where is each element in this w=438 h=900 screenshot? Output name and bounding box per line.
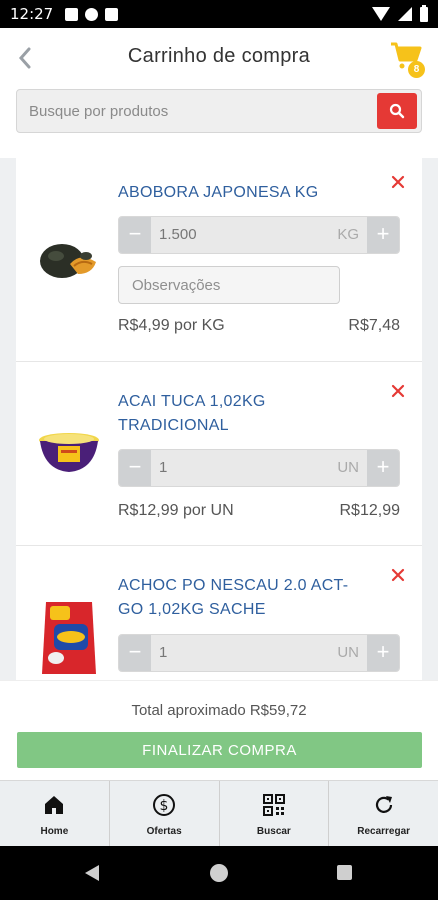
product-name[interactable]: ABOBORA JAPONESA KG	[118, 181, 368, 205]
quantity-unit: UN	[337, 459, 359, 476]
decrease-quantity-button[interactable]: −	[119, 217, 151, 253]
item-subtotal: R$12,99	[339, 502, 401, 519]
notification-f-icon	[85, 7, 99, 21]
tab-label: Buscar	[256, 826, 291, 837]
product-name[interactable]: ACAI TUCA 1,02KG TRADICIONAL	[118, 390, 368, 438]
close-icon	[391, 384, 405, 398]
product-image-acai	[39, 433, 99, 472]
page-title: Carrinho de compra	[127, 45, 311, 67]
signal-icon	[398, 7, 412, 21]
tab-label: Home	[40, 826, 69, 837]
system-back-button[interactable]	[85, 865, 99, 881]
increase-quantity-button[interactable]: +	[367, 635, 399, 671]
quantity-value[interactable]: 1	[159, 459, 167, 476]
checkout-button[interactable]: FINALIZAR COMPRA	[17, 732, 422, 768]
svg-text:$: $	[160, 798, 169, 814]
remove-item-button[interactable]	[390, 383, 406, 399]
cart-count-badge: 8	[408, 61, 425, 78]
tab-home[interactable]: Home	[0, 781, 110, 846]
quantity-stepper: − 1.500 KG +	[118, 216, 400, 254]
bottom-navigation: Home $ Ofertas Buscar Recarregar	[0, 780, 438, 846]
decrease-quantity-button[interactable]: −	[119, 450, 151, 486]
item-subtotal: R$7,48	[348, 317, 400, 334]
product-image-nescau	[42, 602, 96, 674]
quantity-value[interactable]: 1.500	[159, 226, 197, 243]
decrease-quantity-button[interactable]: −	[119, 635, 151, 671]
cart-button[interactable]: 8	[390, 40, 425, 78]
unit-price: R$12,99 por UN	[118, 502, 234, 519]
sd-card-icon	[105, 7, 119, 21]
quantity-value[interactable]: 1	[159, 644, 167, 661]
remove-item-button[interactable]	[390, 567, 406, 583]
tab-recarregar[interactable]: Recarregar	[329, 781, 438, 846]
observations-input[interactable]	[118, 266, 340, 304]
qr-code-icon	[262, 794, 285, 816]
system-recents-button[interactable]	[337, 865, 352, 880]
system-home-button[interactable]	[210, 864, 228, 882]
tab-label: Ofertas	[146, 826, 182, 837]
increase-quantity-button[interactable]: +	[367, 450, 399, 486]
close-icon	[391, 568, 405, 582]
search-icon	[389, 103, 405, 119]
increase-quantity-button[interactable]: +	[367, 217, 399, 253]
notification-a-icon	[65, 7, 79, 21]
quantity-stepper: − 1 UN +	[118, 634, 400, 672]
home-icon	[45, 796, 64, 814]
app-header: Carrinho de compra 8	[0, 28, 438, 88]
system-navigation-bar	[0, 846, 438, 900]
product-image-pumpkin	[40, 244, 96, 278]
quantity-stepper: − 1 UN +	[118, 449, 400, 487]
approximate-total: Total aproximado R$59,72	[131, 702, 307, 719]
quantity-unit: UN	[337, 644, 359, 661]
battery-icon	[420, 4, 428, 22]
refresh-icon	[375, 796, 392, 813]
cart-item: ACAI TUCA 1,02KG TRADICIONAL − 1 UN + R$…	[16, 362, 422, 546]
wifi-icon	[372, 7, 390, 21]
search-bar	[16, 89, 422, 133]
quantity-unit: KG	[337, 226, 359, 243]
cart-footer: Total aproximado R$59,72 FINALIZAR COMPR…	[0, 680, 438, 780]
cart-list-area[interactable]: ABOBORA JAPONESA KG − 1.500 KG + R$4,99 …	[0, 158, 438, 680]
search-input[interactable]	[17, 90, 375, 132]
close-icon	[391, 175, 405, 189]
tab-ofertas[interactable]: $ Ofertas	[110, 781, 220, 846]
cart-list: ABOBORA JAPONESA KG − 1.500 KG + R$4,99 …	[16, 158, 422, 680]
product-name[interactable]: ACHOC PO NESCAU 2.0 ACT-GO 1,02KG SACHE	[118, 574, 368, 622]
dollar-icon: $	[153, 794, 176, 816]
tab-label: Recarregar	[357, 826, 411, 837]
tab-buscar[interactable]: Buscar	[220, 781, 330, 846]
status-time: 12:27	[10, 5, 54, 23]
cart-item: ABOBORA JAPONESA KG − 1.500 KG + R$4,99 …	[16, 158, 422, 362]
search-button[interactable]	[377, 93, 417, 129]
cart-item: ACHOC PO NESCAU 2.0 ACT-GO 1,02KG SACHE …	[16, 546, 422, 680]
status-bar: 12:27	[0, 0, 438, 28]
unit-price: R$4,99 por KG	[118, 317, 225, 334]
remove-item-button[interactable]	[390, 174, 406, 190]
